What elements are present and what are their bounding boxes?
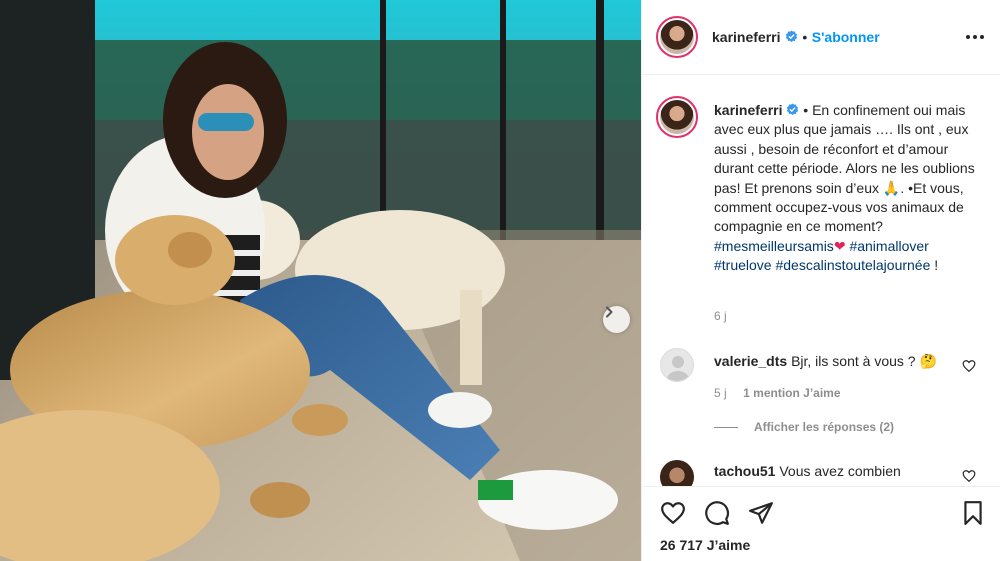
comment-1-meta: 5 j 1 mention J’aime [714,384,841,402]
caption-username[interactable]: karineferri [714,102,782,118]
hashtag-link[interactable]: #truelove [714,257,772,273]
caption-time[interactable]: 6 j [714,309,727,323]
header-separator: • [802,29,808,45]
comment-like-heart-icon[interactable] [962,469,976,483]
post-caption: karineferri • En confinement oui mais av… [714,101,984,276]
comments-section: karineferri • En confinement oui mais av… [642,76,1000,486]
default-avatar-icon [667,356,689,381]
comment-time[interactable]: 5 j [714,386,727,400]
view-replies[interactable]: Afficher les réponses (2) [714,420,894,434]
heart-icon[interactable] [660,500,686,526]
post-header: karineferri • S'abonner [642,0,1000,75]
post-photo[interactable] [0,0,641,561]
verified-badge-icon [787,103,799,116]
thinking-face-emoji: 🤔 [919,353,937,369]
red-heart-emoji: ❤ [833,237,846,254]
comment-like-count[interactable]: 1 mention J’aime [743,386,840,400]
photo-illustration [0,0,641,561]
verified-badge-icon [785,30,798,43]
author-avatar[interactable] [656,16,698,58]
comment-text: Bjr, ils sont à vous ? [791,353,916,369]
author-username[interactable]: karineferri [712,29,780,45]
follow-button[interactable]: S'abonner [812,29,880,45]
praying-hands-emoji: 🙏 [882,179,901,196]
comment-username[interactable]: valerie_dts [714,353,787,369]
action-bar: 26 717 J’aime [642,486,1000,561]
hashtag-link[interactable]: #mesmeilleursamis [714,238,834,254]
comment-like-heart-icon[interactable] [962,359,976,373]
commenter-avatar[interactable] [660,460,694,486]
header-author: karineferri • S'abonner [712,29,880,47]
next-photo-button[interactable] [603,306,630,333]
like-count[interactable]: 26 717 J’aime [660,537,750,553]
paper-plane-icon[interactable] [748,500,774,526]
more-options-icon[interactable] [963,27,987,47]
replies-divider [714,426,738,428]
comment-2: tachou51 Vous avez combien [714,462,954,480]
comment-text: Vous avez combien [779,463,901,479]
bookmark-icon[interactable] [960,500,986,526]
hashtag-link[interactable]: #descalinstoutelajournée [775,257,930,273]
caption-author-avatar[interactable] [656,96,698,138]
chevron-right-icon [606,306,613,318]
post-side-panel: karineferri • S'abonner karineferri • En… [641,0,1000,561]
comment-icon[interactable] [704,500,730,526]
commenter-avatar[interactable] [660,348,694,382]
view-replies-label[interactable]: Afficher les réponses (2) [754,420,894,434]
hashtag-link[interactable]: #animallover [849,238,928,254]
caption-hashtags: #mesmeilleursamis❤ #animallover #truelov… [714,238,938,273]
comment-username[interactable]: tachou51 [714,463,775,479]
comment-1: valerie_dts Bjr, ils sont à vous ? 🤔 [714,352,954,370]
caption-end: ! [934,257,939,274]
caption-prefix: • [803,102,809,118]
